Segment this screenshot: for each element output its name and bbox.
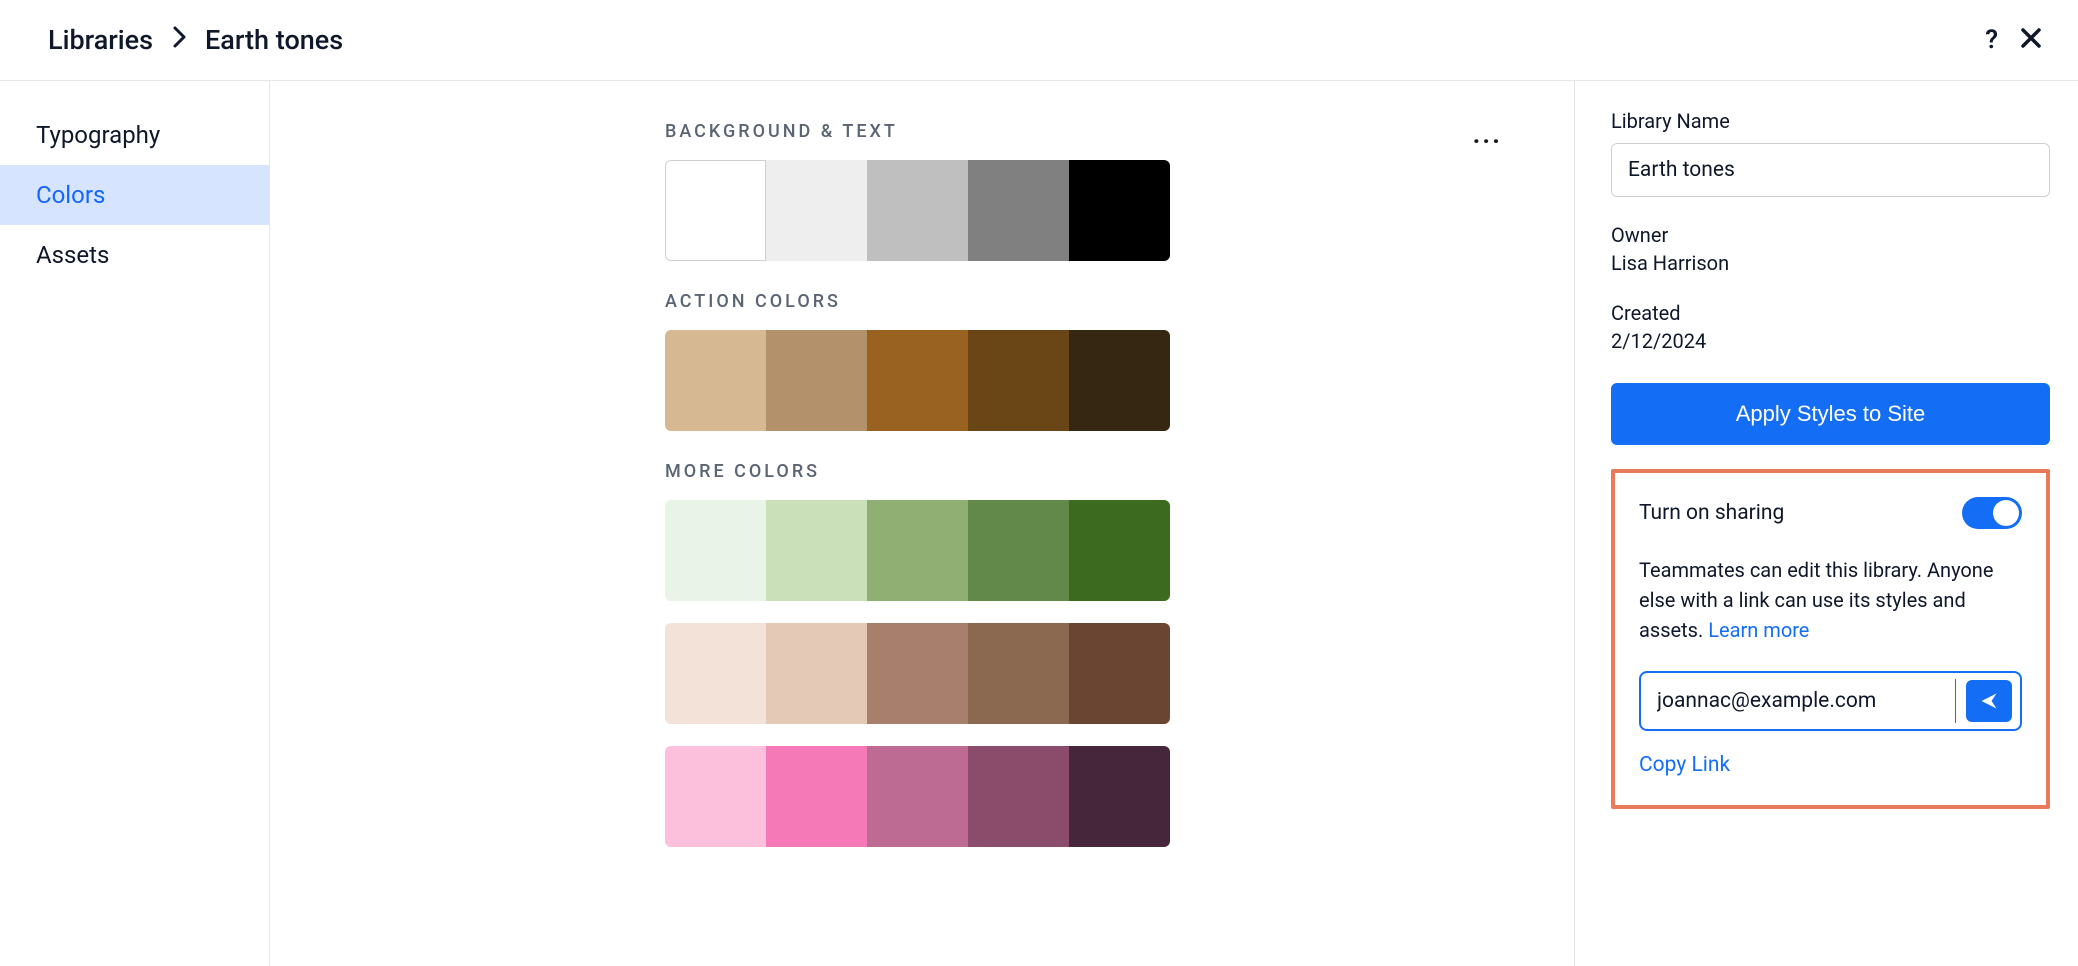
library-name-label: Library Name	[1611, 109, 2050, 133]
share-description-text: Teammates can edit this library. Anyone …	[1639, 558, 1993, 642]
share-description: Teammates can edit this library. Anyone …	[1639, 555, 2022, 645]
toggle-knob	[1993, 500, 2019, 526]
send-invite-button[interactable]	[1966, 680, 2012, 722]
send-icon	[1979, 691, 1999, 711]
header-actions: ?	[1985, 27, 2042, 54]
learn-more-link[interactable]: Learn more	[1708, 618, 1809, 642]
owner-block: Owner Lisa Harrison	[1611, 223, 2050, 275]
section-more-colors: MORE COLORS	[665, 461, 1514, 847]
section-label: ACTION COLORS	[665, 291, 1514, 312]
color-swatch[interactable]	[665, 746, 766, 847]
header: Libraries Earth tones ?	[0, 0, 2078, 81]
owner-label: Owner	[1611, 223, 2050, 247]
color-swatch[interactable]	[766, 746, 867, 847]
color-swatch[interactable]	[665, 330, 766, 431]
color-swatch[interactable]	[867, 330, 968, 431]
color-swatch[interactable]	[665, 160, 766, 261]
color-swatch[interactable]	[867, 746, 968, 847]
created-value: 2/12/2024	[1611, 329, 2050, 353]
color-swatch[interactable]	[1069, 160, 1170, 261]
library-name-input[interactable]	[1611, 143, 2050, 197]
owner-value: Lisa Harrison	[1611, 251, 2050, 275]
close-icon[interactable]	[2020, 27, 2042, 54]
color-swatch[interactable]	[1069, 500, 1170, 601]
sidebar: Typography Colors Assets	[0, 81, 270, 966]
color-swatch[interactable]	[766, 330, 867, 431]
swatch-row	[665, 500, 1514, 601]
copy-link[interactable]: Copy Link	[1639, 753, 2022, 777]
share-email-row	[1639, 671, 2022, 731]
color-swatch[interactable]	[867, 623, 968, 724]
color-swatch[interactable]	[867, 160, 968, 261]
color-swatch[interactable]	[766, 623, 867, 724]
section-label: MORE COLORS	[665, 461, 1514, 482]
apply-styles-button[interactable]: Apply Styles to Site	[1611, 383, 2050, 445]
breadcrumb-current: Earth tones	[205, 24, 343, 56]
share-email-input[interactable]	[1657, 679, 1956, 723]
color-swatch[interactable]	[1069, 330, 1170, 431]
swatch-row	[665, 160, 1514, 261]
color-swatch[interactable]	[867, 500, 968, 601]
created-label: Created	[1611, 301, 2050, 325]
chevron-right-icon	[171, 24, 187, 56]
main-content: ··· BACKGROUND & TEXT ACTION COLORS	[270, 81, 1574, 966]
color-swatch[interactable]	[766, 160, 867, 261]
right-panel: Library Name Owner Lisa Harrison Created…	[1574, 81, 2078, 966]
color-swatch[interactable]	[1069, 623, 1170, 724]
color-swatch[interactable]	[665, 500, 766, 601]
color-swatch[interactable]	[968, 330, 1069, 431]
swatch-row	[665, 330, 1514, 431]
sharing-toggle[interactable]	[1962, 497, 2022, 529]
share-card: Turn on sharing Teammates can edit this …	[1611, 469, 2050, 809]
help-icon[interactable]: ?	[1985, 27, 1998, 53]
color-swatch[interactable]	[968, 160, 1069, 261]
sidebar-item-colors[interactable]: Colors	[0, 165, 269, 225]
color-swatch[interactable]	[1069, 746, 1170, 847]
color-swatch[interactable]	[968, 500, 1069, 601]
share-header: Turn on sharing	[1639, 497, 2022, 529]
section-background-text: BACKGROUND & TEXT	[665, 121, 1514, 261]
color-swatch[interactable]	[968, 746, 1069, 847]
more-menu-icon[interactable]: ···	[1472, 127, 1502, 157]
breadcrumb: Libraries Earth tones	[48, 24, 343, 56]
color-swatch[interactable]	[968, 623, 1069, 724]
sidebar-item-typography[interactable]: Typography	[0, 105, 269, 165]
breadcrumb-root[interactable]: Libraries	[48, 24, 153, 56]
share-title: Turn on sharing	[1639, 501, 1784, 525]
color-swatch[interactable]	[766, 500, 867, 601]
swatch-row	[665, 623, 1514, 724]
sidebar-item-assets[interactable]: Assets	[0, 225, 269, 285]
section-action-colors: ACTION COLORS	[665, 291, 1514, 431]
color-swatch[interactable]	[665, 623, 766, 724]
created-block: Created 2/12/2024	[1611, 301, 2050, 353]
section-label: BACKGROUND & TEXT	[665, 121, 1514, 142]
swatch-row	[665, 746, 1514, 847]
